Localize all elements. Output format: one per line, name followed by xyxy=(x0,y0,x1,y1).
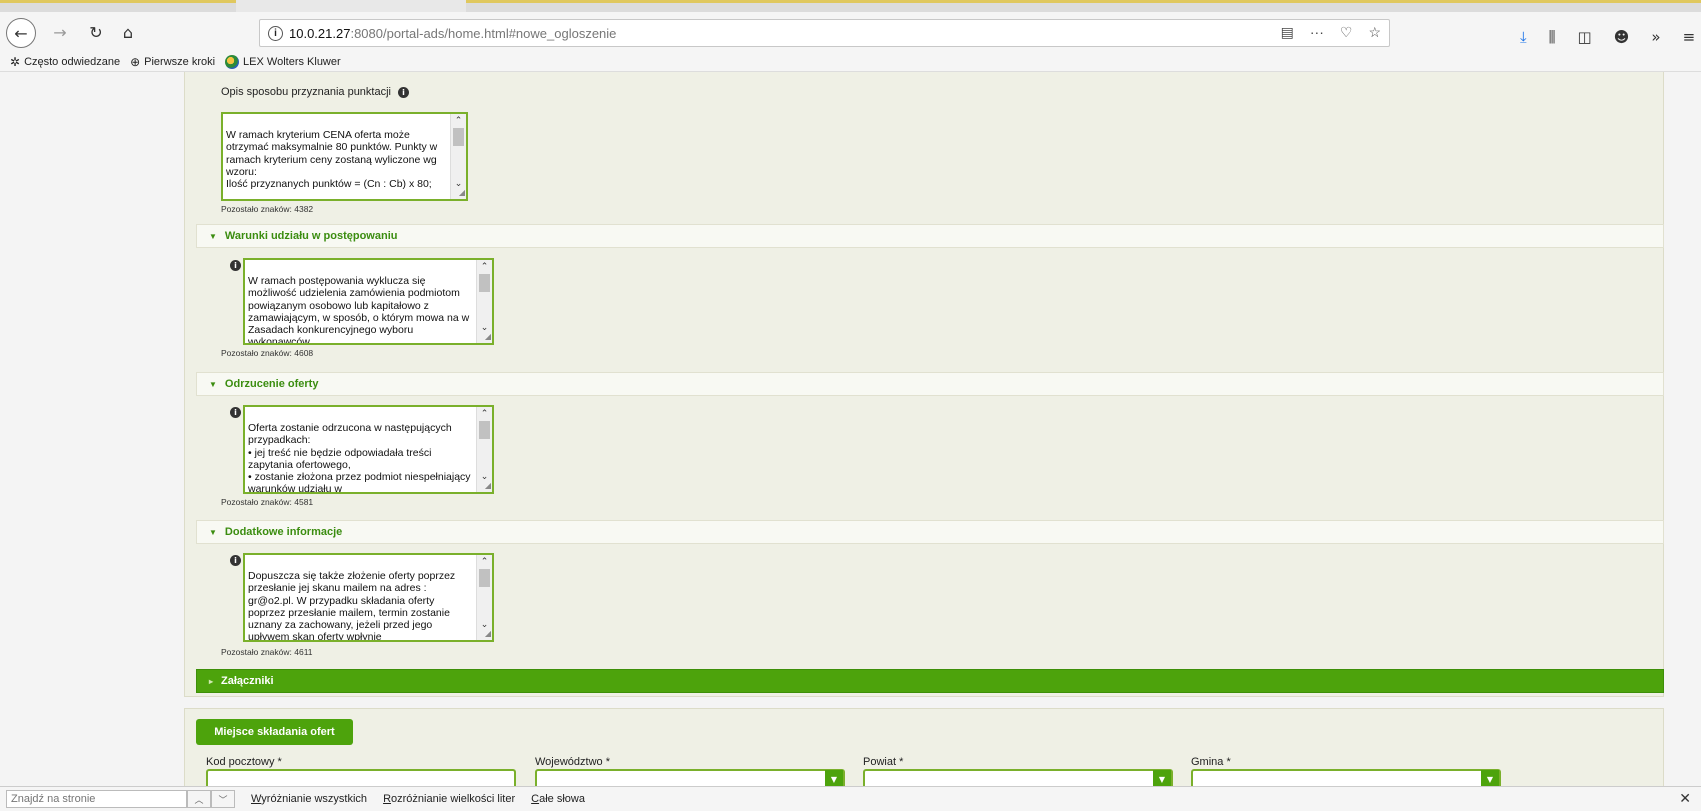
scroll-up-icon[interactable]: ⌃ xyxy=(477,555,492,569)
scroll-thumb[interactable] xyxy=(479,274,490,292)
powiat-select[interactable] xyxy=(863,769,1173,786)
section-odrzucenie-header[interactable]: ▼ Odrzucenie oferty xyxy=(196,372,1664,396)
whole-words-option[interactable]: Całe słowa xyxy=(531,793,585,805)
forward-arrow-icon[interactable]: → xyxy=(48,20,72,44)
odrzucenie-textarea-text: Oferta zostanie odrzucona w następującyc… xyxy=(248,422,471,494)
char-counter: Pozostało znaków: 4382 xyxy=(221,204,314,214)
library-icon[interactable]: ⫼ xyxy=(1549,28,1556,46)
resize-handle-icon[interactable]: ◢ xyxy=(485,331,491,343)
info-icon[interactable]: i xyxy=(230,407,241,418)
pocket-icon[interactable]: ♡ xyxy=(1340,24,1353,41)
kod-input[interactable] xyxy=(206,769,516,786)
download-icon[interactable]: ⤓ xyxy=(1520,28,1527,46)
info-icon[interactable]: i xyxy=(230,555,241,566)
bookmark-item[interactable]: LEX Wolters Kluwer xyxy=(225,54,341,69)
bookmark-star-icon[interactable]: ☆ xyxy=(1368,24,1381,41)
tab[interactable] xyxy=(0,0,236,12)
char-counter: Pozostało znaków: 4581 xyxy=(221,497,314,507)
find-bar: ︿ ﹀ Wyróżnianie wszystkich Rozróżnianie … xyxy=(0,786,1701,811)
chevron-down-icon: ▼ xyxy=(209,231,217,241)
bookmark-item[interactable]: ✲ Często odwiedzane xyxy=(10,55,120,69)
overflow-chevron-icon[interactable]: » xyxy=(1651,28,1660,46)
chevron-down-icon: ▼ xyxy=(209,527,217,537)
tab-active[interactable] xyxy=(466,0,1701,12)
reload-icon[interactable]: ↻ xyxy=(84,20,108,44)
bookmark-item[interactable]: ⊕ Pierwsze kroki xyxy=(130,55,215,69)
reader-view-icon[interactable]: ▤ xyxy=(1281,24,1294,41)
find-input[interactable] xyxy=(6,790,187,808)
info-icon[interactable]: i xyxy=(230,260,241,271)
gear-icon: ✲ xyxy=(10,54,21,69)
find-next-icon[interactable]: ﹀ xyxy=(211,790,235,808)
wojewodztwo-select[interactable] xyxy=(535,769,845,786)
highlight-all-option[interactable]: Wyróżnianie wszystkich xyxy=(251,793,367,805)
gmina-label: Gmina * xyxy=(1191,756,1231,768)
bookmarks-bar: ✲ Często odwiedzane ⊕ Pierwsze kroki LEX… xyxy=(0,52,1701,72)
home-icon[interactable]: ⌂ xyxy=(116,20,140,44)
bookmark-label: Często odwiedzane xyxy=(24,55,121,68)
powiat-label: Powiat * xyxy=(863,756,904,768)
chevron-down-icon: ▼ xyxy=(209,379,217,389)
chevron-right-icon: ▸ xyxy=(209,676,214,686)
find-previous-icon[interactable]: ︿ xyxy=(187,790,211,808)
gmina-select[interactable] xyxy=(1191,769,1501,786)
section-title: Odrzucenie oferty xyxy=(224,378,319,390)
section-title: Załączniki xyxy=(221,675,274,687)
menu-hamburger-icon[interactable]: ≡ xyxy=(1683,28,1696,46)
scroll-up-icon[interactable]: ⌃ xyxy=(451,114,466,128)
resize-handle-icon[interactable]: ◢ xyxy=(485,480,491,492)
kod-label: Kod pocztowy * xyxy=(206,756,282,768)
url-host: 10.0.21.27 xyxy=(289,25,351,41)
warunki-textarea[interactable]: W ramach postępowania wyklucza się możli… xyxy=(243,258,494,345)
opis-label-text: Opis sposobu przyznania punktacji xyxy=(221,86,391,98)
lex-logo-icon xyxy=(225,54,240,69)
navigation-toolbar: ← → ↻ ⌂ i 10.0.21.27 :8080/portal-ads/ho… xyxy=(0,12,1701,52)
section-warunki-header[interactable]: ▼ Warunki udziału w postępowaniu xyxy=(196,224,1664,248)
page-content: Opis sposobu przyznania punktacji i W ra… xyxy=(0,72,1701,786)
char-counter: Pozostało znaków: 4611 xyxy=(221,647,313,657)
scroll-thumb[interactable] xyxy=(479,569,490,587)
dropdown-arrow-icon[interactable]: ▼ xyxy=(1153,770,1171,786)
bookmark-label: Pierwsze kroki xyxy=(144,55,216,68)
dropdown-arrow-icon[interactable]: ▼ xyxy=(825,770,843,786)
scroll-thumb[interactable] xyxy=(453,128,464,146)
warunki-textarea-text: W ramach postępowania wyklucza się możli… xyxy=(248,275,470,345)
tab-strip xyxy=(0,0,1701,12)
account-icon[interactable]: ☻ xyxy=(1614,28,1630,46)
resize-handle-icon[interactable]: ◢ xyxy=(485,628,491,640)
dropdown-arrow-icon[interactable]: ▼ xyxy=(1481,770,1499,786)
char-counter: Pozostało znaków: 4608 xyxy=(221,348,314,358)
place-tab-button[interactable]: Miejsce składania ofert xyxy=(196,719,353,745)
info-icon[interactable]: i xyxy=(398,86,410,98)
match-case-option[interactable]: Rozróżnianie wielkości liter xyxy=(383,793,515,805)
section-title: Warunki udziału w postępowaniu xyxy=(224,230,398,242)
section-dodatkowe-header[interactable]: ▼ Dodatkowe informacje xyxy=(196,520,1664,544)
wojewodztwo-label: Województwo * xyxy=(535,756,610,768)
opis-textarea-text: W ramach kryterium CENA oferta może otrz… xyxy=(226,129,438,191)
section-zalaczniki-header[interactable]: ▸ Załączniki xyxy=(196,669,1664,693)
opis-label: Opis sposobu przyznania punktacji i xyxy=(221,86,410,98)
resize-handle-icon[interactable]: ◢ xyxy=(459,187,465,199)
dodatkowe-textarea[interactable]: Dopuszcza się także złożenie oferty popr… xyxy=(243,553,494,642)
page-actions-icon[interactable]: ··· xyxy=(1310,24,1324,41)
url-actions: ▤ ··· ♡ ☆ xyxy=(1281,24,1381,41)
dodatkowe-textarea-text: Dopuszcza się także złożenie oferty popr… xyxy=(248,570,456,642)
sidebar-icon[interactable]: ◫ xyxy=(1578,28,1592,46)
scroll-up-icon[interactable]: ⌃ xyxy=(477,407,492,421)
site-info-icon[interactable]: i xyxy=(268,25,283,41)
bookmark-label: LEX Wolters Kluwer xyxy=(243,55,341,68)
opis-textarea[interactable]: W ramach kryterium CENA oferta może otrz… xyxy=(221,112,468,201)
section-title: Dodatkowe informacje xyxy=(224,526,343,538)
back-arrow-icon[interactable]: ← xyxy=(6,18,36,48)
url-bar[interactable]: i 10.0.21.27 :8080/portal-ads/home.html#… xyxy=(259,19,1390,47)
url-path: :8080/portal-ads/home.html#nowe_ogloszen… xyxy=(350,25,617,41)
odrzucenie-textarea[interactable]: Oferta zostanie odrzucona w następującyc… xyxy=(243,405,494,494)
close-icon[interactable]: ✕ xyxy=(1679,790,1691,807)
scroll-thumb[interactable] xyxy=(479,421,490,439)
toolbar-right: ⤓ ⫼ ◫ ☻ » ≡ xyxy=(1520,28,1695,46)
globe-icon: ⊕ xyxy=(130,54,141,69)
scroll-up-icon[interactable]: ⌃ xyxy=(477,260,492,274)
